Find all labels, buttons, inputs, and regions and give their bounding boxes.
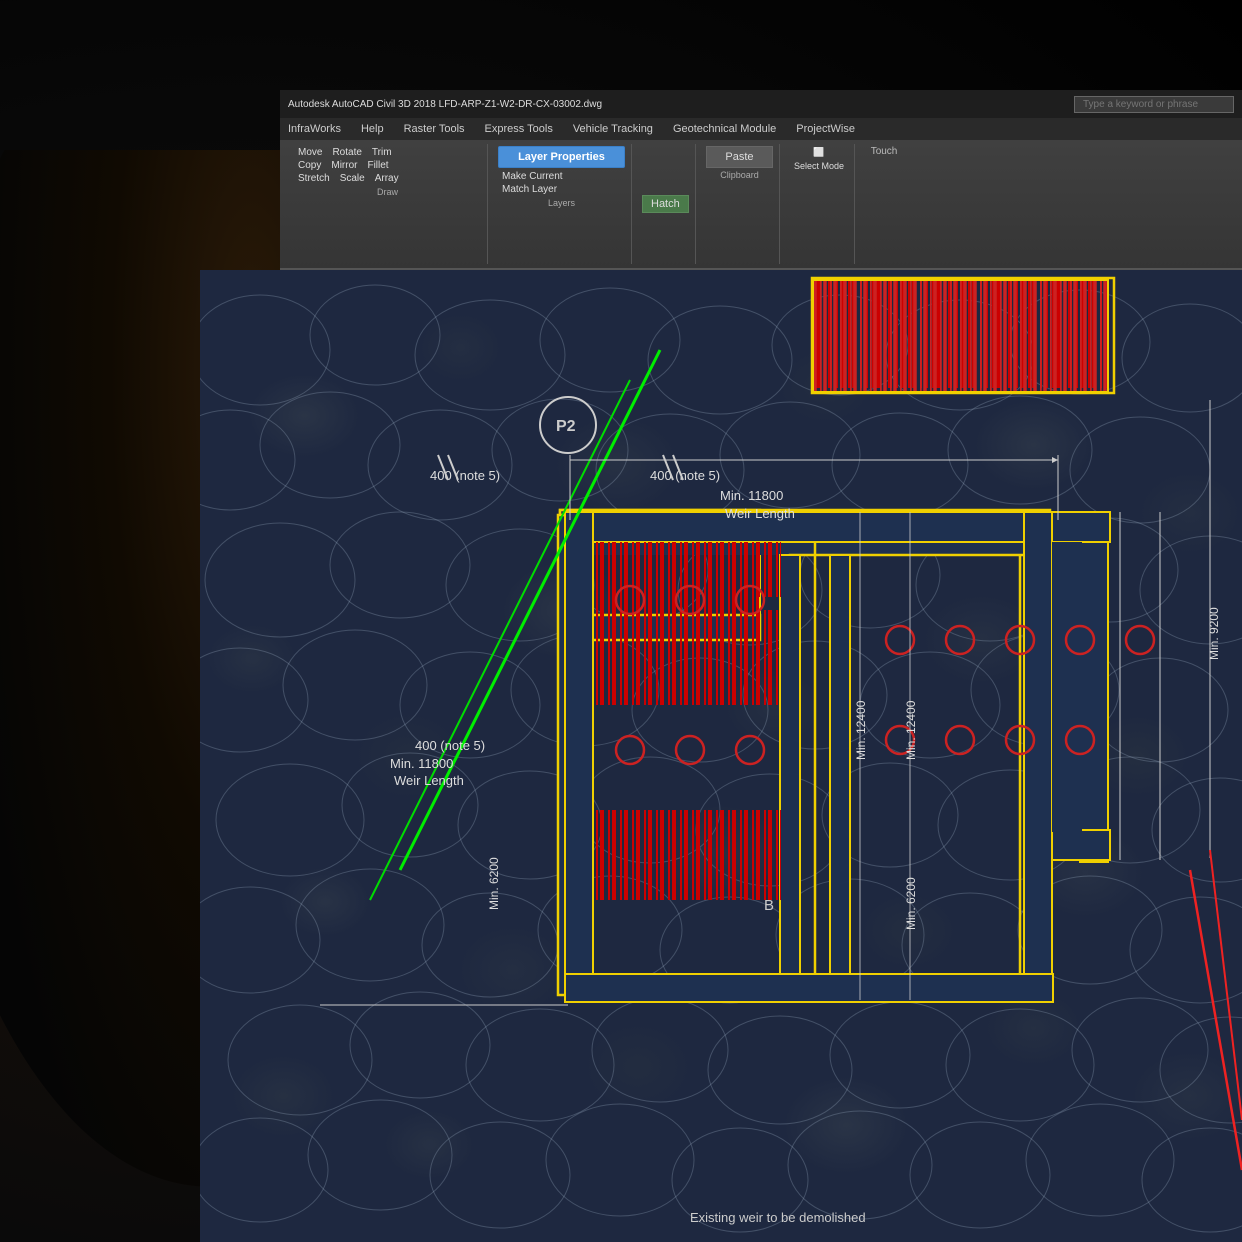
red-line-1: [1190, 870, 1242, 1170]
make-current-button[interactable]: Make Current: [498, 170, 567, 183]
ribbon-touch-section: Touch: [859, 144, 909, 264]
far-right-col: [1080, 512, 1108, 862]
menu-express-tools[interactable]: Express Tools: [481, 123, 557, 135]
scale-button[interactable]: Scale: [336, 172, 369, 185]
h-band-bottom: [565, 974, 1053, 1002]
layer-properties-button[interactable]: Layer Properties: [498, 146, 625, 168]
v-left: [565, 512, 593, 1002]
p2-label: P2: [556, 418, 576, 435]
mirror-button[interactable]: Mirror: [327, 159, 361, 172]
clipboard-group-label: Clipboard: [706, 168, 773, 180]
ribbon-layers-section: Layer Properties Make Current Match Laye…: [492, 144, 632, 264]
ribbon-panel: Move Rotate Trim Copy Mirror Fillet Stre…: [280, 140, 1242, 268]
dim-v-12400-1: Min. 12400: [854, 700, 868, 760]
circle-8: [946, 626, 974, 654]
mid-red-hatch: [575, 610, 800, 705]
v-inner-2: [830, 555, 850, 995]
menu-projectwise[interactable]: ProjectWise: [792, 123, 859, 135]
menu-bar: InfraWorks Help Raster Tools Express Too…: [280, 118, 1242, 140]
existing-weir-text: Existing weir to be demolished: [690, 1210, 866, 1225]
match-layer-button[interactable]: Match Layer: [498, 183, 561, 196]
h-band-top: [565, 512, 1053, 542]
select-mode-label: Select Mode: [794, 161, 844, 171]
search-input[interactable]: [1074, 96, 1234, 113]
draw-group-label: Draw: [294, 185, 481, 197]
circle-5: [676, 736, 704, 764]
circle-6: [736, 736, 764, 764]
dim-text-weir1: Weir Length: [725, 506, 795, 521]
cad-svg-drawing: 400 (note 5) 400 (note 5) Min. 11800 Wei…: [200, 270, 1242, 1242]
dim-text-400-2: 400 (note 5): [650, 468, 720, 483]
ribbon-hatch-section: Hatch: [636, 144, 696, 264]
select-mode-button[interactable]: ⬜ Select Mode: [790, 146, 848, 172]
b-label: B: [764, 897, 774, 914]
red-hatch-inner-bot: [593, 810, 781, 900]
fillet-button[interactable]: Fillet: [363, 159, 392, 172]
ribbon-clipboard-section: Paste Clipboard: [700, 144, 780, 264]
top-right-hatch: [813, 280, 1108, 392]
app-title: Autodesk AutoCAD Civil 3D 2018 LFD-ARP-Z…: [288, 99, 602, 110]
paste-button[interactable]: Paste: [706, 146, 773, 168]
dim-v-9200: Min. 9200: [1207, 607, 1221, 660]
menu-vehicle-tracking[interactable]: Vehicle Tracking: [569, 123, 657, 135]
dim-text-min11800-1: Min. 11800: [720, 488, 783, 503]
far-right-top: [1052, 512, 1110, 542]
circle-11: [1126, 626, 1154, 654]
dim-text-min11800-2: Min. 11800: [390, 756, 453, 771]
v-inner-1: [780, 555, 800, 995]
dim-text-400-1: 400 (note 5): [430, 468, 500, 483]
circle-13: [946, 726, 974, 754]
stretch-button[interactable]: Stretch: [294, 172, 334, 185]
autocad-toolbar: Autodesk AutoCAD Civil 3D 2018 LFD-ARP-Z…: [280, 90, 1242, 270]
dim-text-400-3: 400 (note 5): [415, 738, 485, 753]
select-mode-icon: ⬜: [813, 147, 824, 158]
dim-text-weir2: Weir Length: [394, 773, 464, 788]
cad-drawing-area[interactable]: 400 (note 5) 400 (note 5) Min. 11800 Wei…: [200, 270, 1242, 1242]
ribbon-draw-section: Move Rotate Trim Copy Mirror Fillet Stre…: [288, 144, 488, 264]
menu-raster-tools[interactable]: Raster Tools: [400, 123, 469, 135]
far-right-fill: [1052, 542, 1082, 832]
menu-infraworks[interactable]: InfraWorks: [284, 123, 345, 135]
move-button[interactable]: Move: [294, 146, 326, 159]
touch-label: Touch: [871, 146, 898, 157]
hatch-button[interactable]: Hatch: [642, 195, 689, 213]
title-bar: Autodesk AutoCAD Civil 3D 2018 LFD-ARP-Z…: [280, 90, 1242, 118]
ribbon-select-section: ⬜ Select Mode: [784, 144, 855, 264]
dim-v-6200-1: Min. 6200: [904, 877, 918, 930]
rotate-button[interactable]: Rotate: [328, 146, 365, 159]
menu-geotechnical[interactable]: Geotechnical Module: [669, 123, 780, 135]
trim-button[interactable]: Trim: [368, 146, 396, 159]
dim-v-6200-2: Min. 6200: [487, 857, 501, 910]
menu-help[interactable]: Help: [357, 123, 388, 135]
circle-4: [616, 736, 644, 764]
cad-canvas: 400 (note 5) 400 (note 5) Min. 11800 Wei…: [200, 270, 1242, 1242]
far-right-bot: [1052, 830, 1110, 860]
layers-group-label: Layers: [498, 196, 625, 208]
dim-v-12400-2: Min. 12400: [904, 700, 918, 760]
array-button[interactable]: Array: [371, 172, 403, 185]
v-right-outer: [1024, 512, 1052, 1002]
copy-button[interactable]: Copy: [294, 159, 325, 172]
